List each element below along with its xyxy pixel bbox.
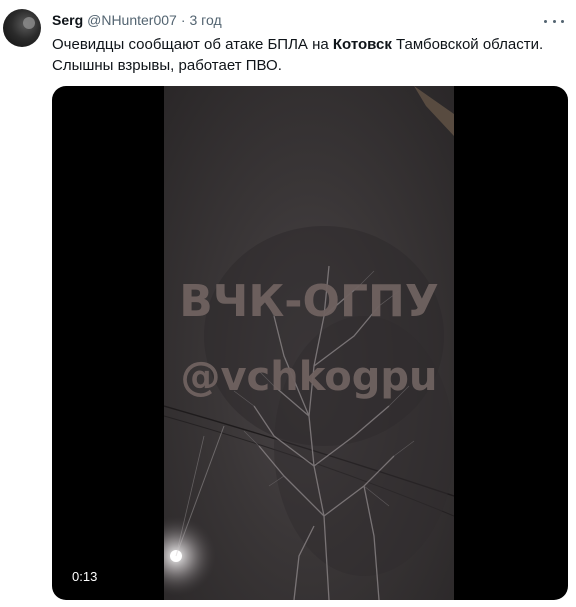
more-horizontal-icon[interactable]: [544, 14, 564, 28]
video-frame: ВЧК-ОГПУ @vchkogpu: [164, 86, 454, 600]
night-tree-scene: [164, 86, 454, 600]
tweet[interactable]: Serg @NHunter007 · 3 год Очевидцы сообща…: [0, 0, 576, 607]
separator-dot: ·: [180, 12, 186, 28]
tweet-header: Serg @NHunter007 · 3 год: [52, 12, 222, 32]
tweet-text-part1: Очевидцы сообщают об атаке БПЛА на: [52, 36, 333, 53]
avatar-moon: [23, 17, 35, 29]
author-handle[interactable]: @NHunter007: [87, 12, 177, 28]
tweet-text: Очевидцы сообщают об атаке БПЛА на Котов…: [52, 34, 562, 76]
watermark-line1: ВЧК-ОГПУ: [179, 276, 439, 327]
tweet-time[interactable]: 3 год: [190, 12, 222, 28]
author-name[interactable]: Serg: [52, 12, 83, 28]
watermark-line2: @vchkogpu: [180, 354, 438, 400]
tweet-text-bold: Котовск: [332, 36, 392, 53]
video-duration: 0:13: [72, 569, 98, 584]
avatar[interactable]: [3, 9, 41, 47]
video-player[interactable]: ВЧК-ОГПУ @vchkogpu 0:13: [52, 86, 568, 600]
